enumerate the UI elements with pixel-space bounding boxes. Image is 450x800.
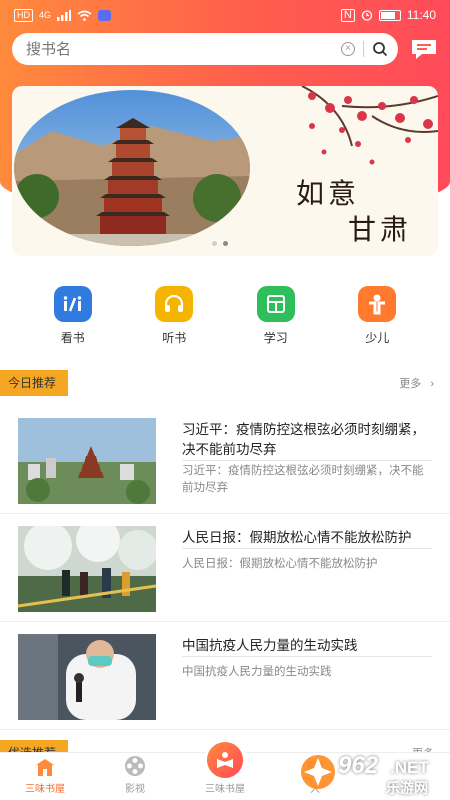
status-time: 11:40 [406,8,436,22]
carousel-dot[interactable] [212,241,217,246]
search-icon[interactable] [372,41,388,57]
divider [182,656,432,657]
carousel-dots [212,241,228,246]
category-label: 少儿 [365,331,390,345]
wifi-icon [77,10,92,21]
banner-caption-line2: 甘肃 [347,213,412,246]
category-reading[interactable]: 看书 [43,286,103,346]
category-label: 学习 [263,331,288,345]
divider [182,460,432,461]
search-divider [363,41,364,57]
category-study[interactable]: 学习 [246,286,306,346]
child-icon [358,286,397,322]
clear-icon[interactable]: × [341,42,355,56]
reader-icon [204,739,246,781]
reading-icon [53,286,92,322]
app-notify-icon [98,9,112,21]
banner-carousel[interactable]: 如意 甘肃 [12,86,438,256]
search-input[interactable] [26,40,341,58]
status-bar: HD 4G N 11:40 [0,0,450,30]
search-box[interactable]: × [12,33,398,65]
chevron-right-icon: › [430,378,434,390]
tab-reader[interactable]: 三味书屋 [180,739,270,800]
news-title: 人民日报：假期放松心情不能放松防护 [182,530,412,545]
banner-caption-line1: 如意 [295,177,360,210]
news-title: 习近平：疫情防控这根弦必须时刻绷紧，决不能前功尽弃 [182,422,425,457]
network-indicator: 4G [39,10,52,20]
carousel-dot-active[interactable] [223,241,228,246]
category-label: 看书 [60,331,85,345]
signal-icon [57,9,72,21]
divider [182,548,432,549]
news-item[interactable]: 习近平：疫情防控这根弦必须时刻绷紧，决不能前功尽弃 习近平：疫情防控这根弦必须时… [0,408,450,514]
category-kids[interactable]: 少儿 [347,286,407,346]
search-row: × [12,33,440,65]
tab-label: 三味书屋 [25,784,65,795]
more-label: 更多 [399,378,422,390]
category-audiobook[interactable]: 听书 [144,286,204,346]
watermark-text-site: 乐游网 [386,780,428,796]
news-thumbnail [18,526,156,612]
category-row: 看书 听书 学习 少儿 [0,286,450,346]
tab-bookstore[interactable]: 三味书屋 [0,753,90,800]
battery-icon [378,9,401,21]
news-summary: 习近平：疫情防控这根弦必须时刻绷紧，决不能前功尽弃 [182,465,424,494]
news-item[interactable]: 人民日报：假期放松心情不能放松防护 人民日报：假期放松心情不能放松防护 [0,516,450,622]
nfc-icon: N [340,8,355,22]
news-thumbnail [18,418,156,504]
watermark-text-962: 962 [338,752,379,779]
news-summary: 中国抗疫人民力量的生动实践 [182,666,332,678]
headphones-icon [155,286,194,322]
study-icon [256,286,295,322]
site-watermark: 962 .NET 乐游网 [298,750,446,796]
category-label: 听书 [162,331,187,345]
film-icon [125,756,145,776]
today-section-header: 今日推荐 更多 › [0,370,450,396]
news-summary: 人民日报：假期放松心情不能放松防护 [182,558,378,570]
news-item[interactable]: 中国抗疫人民力量的生动实践 中国抗疫人民力量的生动实践 [0,624,450,730]
alarm-icon [361,10,373,21]
tab-label: 影视 [125,784,145,795]
more-link[interactable]: 更多 › [399,375,434,391]
news-title: 中国抗疫人民力量的生动实践 [182,638,358,653]
tab-film[interactable]: 影视 [90,753,180,800]
hd-indicator: HD [14,8,33,22]
bookstore-icon [36,759,54,776]
section-tag: 今日推荐 [0,370,69,396]
message-icon[interactable] [410,37,438,61]
tab-label: 三味书屋 [205,784,245,795]
news-thumbnail [18,634,156,720]
watermark-text-net: .NET [390,758,429,777]
